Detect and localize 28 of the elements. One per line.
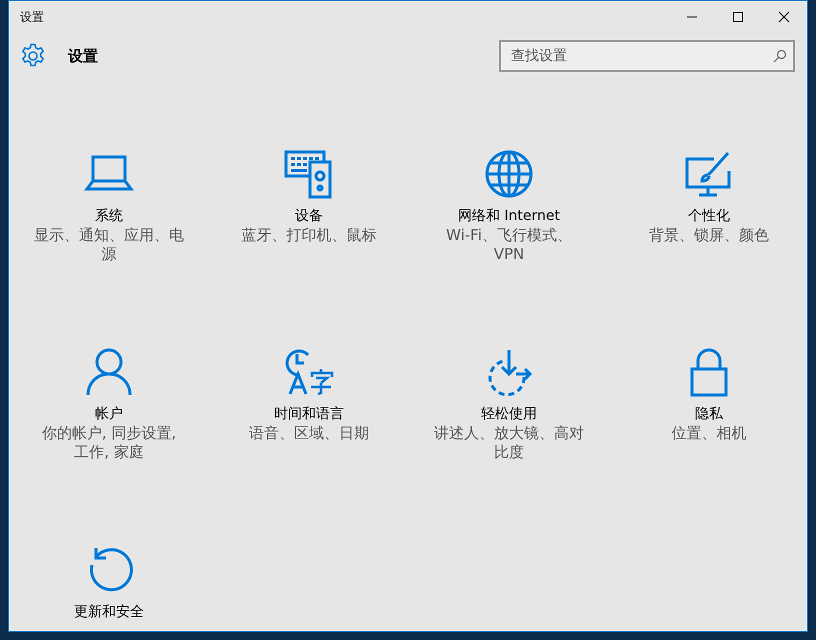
- clock-and-letters-icon: [284, 347, 334, 397]
- person-icon: [84, 347, 134, 397]
- maximize-icon: [732, 11, 744, 23]
- category-link[interactable]: 网络和 Internet: [458, 206, 560, 226]
- category-link[interactable]: 隐私: [695, 404, 723, 424]
- category-link[interactable]: 轻松使用: [481, 404, 537, 424]
- category-link[interactable]: 设备: [295, 206, 323, 226]
- globe-icon: [484, 149, 534, 199]
- page-title: 设置: [68, 46, 99, 66]
- window-title: 设置: [20, 8, 44, 26]
- category-link[interactable]: 时间和语言: [274, 404, 344, 424]
- category-description: 讲述人、放大镜、高对比度: [433, 424, 585, 462]
- category-description: 显示、通知、应用、电源: [33, 226, 185, 264]
- category-link[interactable]: 个性化: [688, 206, 730, 226]
- search-field[interactable]: 查找设置: [499, 40, 795, 72]
- settings-icon: [20, 43, 46, 69]
- category-link[interactable]: 帐户: [95, 404, 123, 424]
- category-link[interactable]: 系统: [95, 206, 123, 226]
- category-description: 背景、锁屏、颜色: [649, 226, 769, 245]
- category-link[interactable]: 更新和安全: [74, 602, 144, 622]
- search-icon: [773, 48, 787, 62]
- category-description: 位置、相机: [672, 424, 746, 443]
- category-description: Wi-Fi、飞行模式、VPN: [445, 226, 573, 264]
- category-description: 蓝牙、打印机、鼠标: [242, 226, 376, 245]
- category-description: 你的帐户, 同步设置, 工作, 家庭: [40, 424, 178, 462]
- category-description: 语音、区域、日期: [249, 424, 369, 443]
- keyboard-and-speaker-icon: [284, 149, 334, 199]
- close-icon: [778, 11, 790, 23]
